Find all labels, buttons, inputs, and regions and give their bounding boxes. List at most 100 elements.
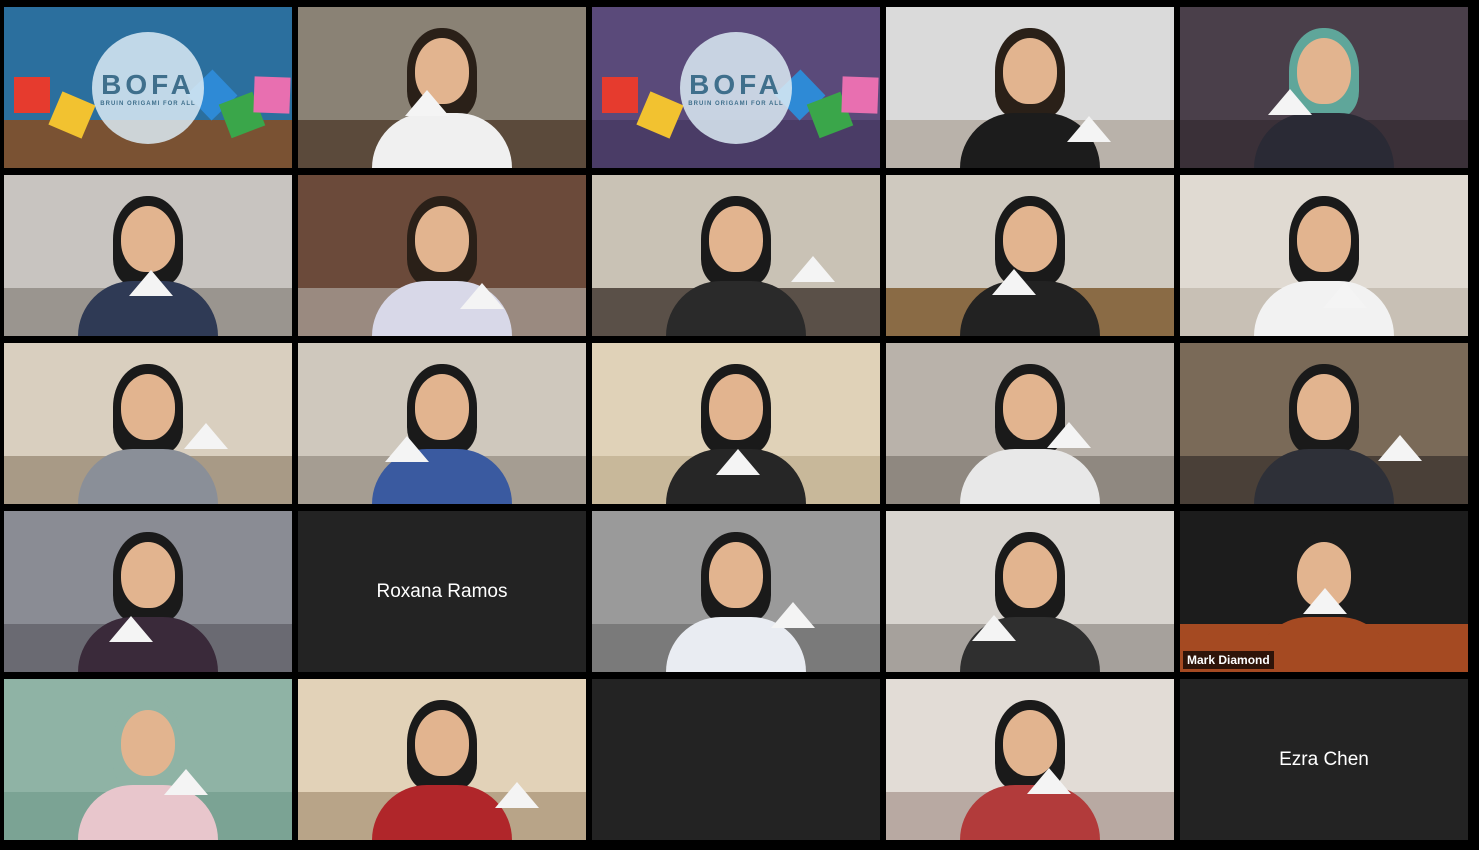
video-feed xyxy=(886,7,1174,168)
participant-tile[interactable] xyxy=(886,175,1174,336)
participant-tile[interactable]: Mark Diamond xyxy=(1180,511,1468,672)
face xyxy=(709,374,763,440)
gallery-view-grid: BOFA BRUIN ORIGAMI FOR ALL BOFA BRUIN ORIGA… xyxy=(4,7,1468,840)
video-feed xyxy=(886,679,1174,840)
face xyxy=(121,710,175,776)
participant-tile[interactable] xyxy=(298,343,586,504)
participant-tile[interactable] xyxy=(4,511,292,672)
participant-tile[interactable] xyxy=(592,511,880,672)
origami-model xyxy=(841,76,879,114)
participant-tile[interactable] xyxy=(298,679,586,840)
video-feed xyxy=(592,175,880,336)
participant-name: Ezra Chen xyxy=(1279,748,1369,770)
paper-crane-icon xyxy=(791,256,835,282)
video-feed xyxy=(886,511,1174,672)
video-feed xyxy=(4,343,292,504)
participant-tile[interactable] xyxy=(592,175,880,336)
video-feed xyxy=(592,343,880,504)
participant-tile[interactable]: Roxana Ramos xyxy=(298,511,586,672)
torso xyxy=(1254,617,1394,672)
participant-name: Roxana Ramos xyxy=(376,580,508,602)
video-feed xyxy=(1180,175,1468,336)
logo-title: BOFA xyxy=(689,68,783,100)
participant-silhouette xyxy=(661,364,811,504)
logo-subtitle: BRUIN ORIGAMI FOR ALL xyxy=(688,100,784,107)
torso xyxy=(1254,113,1394,168)
video-feed xyxy=(592,511,880,672)
face xyxy=(709,206,763,272)
video-feed xyxy=(886,175,1174,336)
paper-crane-icon xyxy=(1323,282,1367,308)
participant-silhouette xyxy=(367,196,517,336)
bofa-logo: BOFA BRUIN ORIGAMI FOR ALL xyxy=(92,31,204,144)
logo-title: BOFA xyxy=(101,68,195,100)
video-feed xyxy=(1180,511,1468,672)
participant-silhouette xyxy=(955,532,1105,672)
paper-crane-icon xyxy=(385,436,429,462)
participant-tile[interactable] xyxy=(886,511,1174,672)
paper-crane-icon xyxy=(460,283,504,309)
participant-tile[interactable] xyxy=(4,679,292,840)
participant-tile[interactable] xyxy=(1180,175,1468,336)
participant-tile[interactable]: BOFA BRUIN ORIGAMI FOR ALL xyxy=(592,7,880,168)
face xyxy=(1003,710,1057,776)
face xyxy=(415,710,469,776)
participant-tile[interactable] xyxy=(886,7,1174,168)
video-feed: BOFA BRUIN ORIGAMI FOR ALL xyxy=(4,7,292,168)
participant-tile xyxy=(592,679,880,840)
torso xyxy=(78,449,218,504)
participant-tile[interactable]: BOFA BRUIN ORIGAMI FOR ALL xyxy=(4,7,292,168)
participant-tile[interactable] xyxy=(1180,343,1468,504)
paper-crane-icon xyxy=(992,269,1036,295)
participant-silhouette xyxy=(367,700,517,840)
participant-silhouette xyxy=(661,196,811,336)
video-feed xyxy=(4,511,292,672)
participant-silhouette xyxy=(1249,196,1399,336)
paper-crane-icon xyxy=(1303,588,1347,614)
torso xyxy=(372,785,512,840)
origami-model xyxy=(253,76,291,114)
paper-crane-icon xyxy=(972,615,1016,641)
participant-tile[interactable] xyxy=(1180,7,1468,168)
video-feed xyxy=(1180,7,1468,168)
video-feed xyxy=(886,343,1174,504)
participant-tile[interactable] xyxy=(886,679,1174,840)
face xyxy=(1003,38,1057,104)
face xyxy=(1297,206,1351,272)
video-feed xyxy=(298,175,586,336)
paper-crane-icon xyxy=(1067,116,1111,142)
paper-crane-icon xyxy=(164,769,208,795)
torso xyxy=(666,281,806,336)
participant-silhouette xyxy=(367,364,517,504)
paper-crane-icon xyxy=(1027,768,1071,794)
participant-tile[interactable] xyxy=(4,343,292,504)
face xyxy=(415,206,469,272)
video-feed xyxy=(4,175,292,336)
participant-silhouette xyxy=(1249,364,1399,504)
torso xyxy=(960,449,1100,504)
participant-silhouette xyxy=(73,532,223,672)
participant-tile[interactable] xyxy=(886,343,1174,504)
paper-crane-icon xyxy=(1047,422,1091,448)
paper-crane-icon xyxy=(495,782,539,808)
face xyxy=(709,542,763,608)
face xyxy=(415,374,469,440)
face xyxy=(1297,374,1351,440)
torso xyxy=(1254,449,1394,504)
paper-crane-icon xyxy=(129,270,173,296)
origami-model xyxy=(14,77,50,113)
face xyxy=(1003,206,1057,272)
video-feed xyxy=(4,679,292,840)
paper-crane-icon xyxy=(1268,89,1312,115)
participant-tile[interactable] xyxy=(298,175,586,336)
participant-tile[interactable]: Ezra Chen xyxy=(1180,679,1468,840)
paper-crane-icon xyxy=(184,423,228,449)
video-feed: BOFA BRUIN ORIGAMI FOR ALL xyxy=(592,7,880,168)
video-feed xyxy=(1180,343,1468,504)
participant-tile[interactable] xyxy=(592,343,880,504)
origami-model xyxy=(602,77,638,113)
video-feed xyxy=(298,343,586,504)
participant-silhouette xyxy=(73,196,223,336)
participant-tile[interactable] xyxy=(298,7,586,168)
participant-tile[interactable] xyxy=(4,175,292,336)
